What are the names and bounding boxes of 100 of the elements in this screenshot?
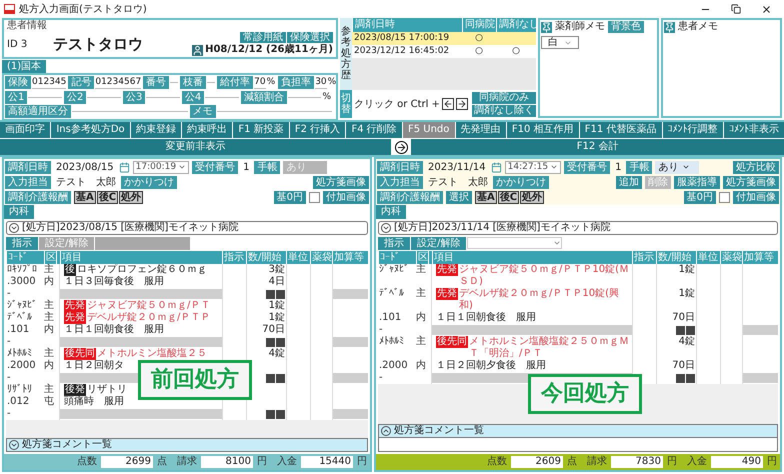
field-label: かかりつけ <box>121 176 177 188</box>
dropdown-icon[interactable] <box>682 163 690 171</box>
code-cell-text: ﾃﾞﾍﾞﾙ <box>6 312 33 324</box>
toolbar-button[interactable]: F1 新投薬 <box>233 122 289 138</box>
field-label: 番号 <box>143 76 170 90</box>
toolbar-button[interactable]: ｺﾒﾝﾄ非表示 <box>724 122 784 138</box>
time-field[interactable]: 17:00:19 <box>132 160 190 174</box>
field-label: 減額割合 <box>240 90 287 104</box>
field-label: 公4 <box>182 90 204 104</box>
drug-badge: 先発 <box>64 300 86 312</box>
panel-button[interactable]: 選択 <box>446 190 472 204</box>
quantity-cell-text: 4錠 <box>678 336 695 349</box>
panel-button[interactable]: 処方比較 <box>733 160 779 174</box>
toolbar-button[interactable]: Ins参考処方Do <box>51 122 130 138</box>
filter-button[interactable]: 調剤なし除く <box>472 104 536 116</box>
pin-icon[interactable] <box>541 22 552 32</box>
panel-button[interactable]: 基0円 <box>684 190 716 204</box>
insurance-field[interactable]: 70 <box>254 76 266 90</box>
close-icon[interactable] <box>761 4 772 14</box>
instruction-button[interactable]: 設定/解除 <box>411 236 466 250</box>
app-icon <box>4 4 15 14</box>
insurance-field[interactable]: 01234567 <box>95 76 142 90</box>
toolbar-button[interactable]: ｺﾒﾝﾄ行調整 <box>662 122 723 138</box>
instruction-button[interactable]: 指示 <box>6 236 38 250</box>
instruction-button[interactable]: 指示 <box>378 236 410 250</box>
pin-icon[interactable] <box>664 22 675 32</box>
field-label: かかりつけ <box>493 176 549 188</box>
comment-bar[interactable]: 処方箋コメント一覧 <box>378 424 778 438</box>
drug-badge: 後発 <box>64 384 86 396</box>
total-field: 2609 <box>511 456 563 468</box>
department-tab[interactable]: 内科 <box>376 205 406 219</box>
drug-name: リザトリ <box>87 384 127 396</box>
color-select[interactable]: 白 <box>541 36 579 49</box>
code-cell-text: .101 <box>6 324 30 336</box>
stamp-label: 今回処方 <box>528 374 642 414</box>
panel-button[interactable]: 追加 <box>616 176 642 188</box>
field-label: 受付番号 <box>192 160 238 174</box>
kubun-cell-text: 主 <box>44 348 55 360</box>
kubun-cell-text: 内 <box>44 360 55 372</box>
code-cell-text: ﾛｷｿﾌﾟﾛ <box>6 264 38 276</box>
section-label: 患者情報 <box>7 20 48 31</box>
insurance-field[interactable]: 012345 <box>32 76 66 90</box>
time-field[interactable]: 14:27:15 <box>504 160 562 174</box>
checkbox[interactable] <box>309 192 320 202</box>
next-icon[interactable] <box>392 139 410 155</box>
toolbar-button[interactable]: F11 代替医薬品 <box>580 122 662 138</box>
spinner-icon <box>178 163 186 171</box>
field-label: 受付番号 <box>564 160 610 174</box>
restore-icon[interactable] <box>731 4 741 14</box>
field-value: 1 <box>614 160 622 174</box>
notebook-select[interactable]: あり <box>655 160 700 174</box>
toolbar-button[interactable]: 約束登録 <box>130 122 182 138</box>
toolbar-button[interactable]: F12 会計 <box>411 139 784 155</box>
fee-code: 処外 <box>119 190 144 204</box>
unit-text: 点 <box>567 456 577 468</box>
quantity-cell: 70日 <box>262 324 285 336</box>
drug-badge: 後 <box>64 264 76 276</box>
surcharge-bar <box>333 409 368 419</box>
toolbar-button[interactable]: 先発理由 <box>456 122 506 138</box>
prescription-title: [処方日]2023/08/15 [医療機関]モイネット病院 <box>22 222 238 234</box>
panel-button[interactable]: 服薬指導 <box>674 176 720 188</box>
panel-button[interactable]: 付加画像 <box>733 190 779 204</box>
department-tab[interactable]: 内科 <box>4 205 34 219</box>
kubun-cell-text: 屯 <box>44 396 55 408</box>
insurance-tab[interactable]: (1)国本 <box>2 60 46 73</box>
date-cell-text: 2023/08/15 17:00:19 <box>353 32 450 45</box>
prescription-bar[interactable]: [処方日]2023/11/14 [医療機関]モイネット病院 <box>378 221 778 235</box>
prescription-bar[interactable]: [処方日]2023/08/15 [医療機関]モイネット病院 <box>6 221 368 235</box>
patient-button[interactable]: 保険選択 <box>287 32 333 43</box>
code-cell-text: ﾃﾞﾍﾞﾙ <box>378 288 405 301</box>
toolbar-button[interactable]: F10 相互作用 <box>506 122 579 138</box>
history-side-label: 参考処方歴 <box>340 18 352 90</box>
comment-bar[interactable]: 処方箋コメント一覧 <box>6 438 368 452</box>
toolbar-button[interactable]: F4 行削除 <box>346 122 402 138</box>
field-label: 調剤介護報酬 <box>377 190 443 204</box>
drug-name: ジャヌビア錠５０ｍｇ/ＰＴＰ10錠(ＭＳＤ) <box>459 264 630 288</box>
toolbar-button[interactable]: 画面印字 <box>0 122 50 138</box>
code-cell-text: - <box>6 408 12 420</box>
patient-button[interactable]: 常診用紙 <box>240 32 286 43</box>
filter-button[interactable]: 同病院のみ <box>472 92 536 104</box>
field-value: テスト 太郎 <box>55 176 117 188</box>
toolbar-button[interactable]: F2 行挿入 <box>290 122 346 138</box>
panel-button[interactable]: 処方箋画像 <box>313 176 369 188</box>
next-button[interactable] <box>456 98 468 110</box>
history-row[interactable]: 2023/12/12 16:45:02 ○ ○ <box>352 45 536 58</box>
field-label: 入力担当 <box>377 176 423 188</box>
history-row[interactable]: 2023/08/15 17:00:19 ○ <box>352 32 536 45</box>
calendar-icon[interactable] <box>490 162 502 172</box>
toolbar-button[interactable]: 約束呼出 <box>182 122 232 138</box>
panel-button[interactable]: 付加画像 <box>323 190 369 204</box>
unit-text: 円 <box>767 456 777 468</box>
kubun-cell-text: 内 <box>416 312 427 324</box>
panel-button[interactable]: 基0円 <box>274 190 306 204</box>
calendar-icon[interactable] <box>118 162 130 172</box>
previous-button[interactable] <box>442 98 454 110</box>
checkbox[interactable] <box>719 192 730 202</box>
toolbar-button[interactable]: 変更前非表示 <box>0 139 392 155</box>
drug-badge: 後先同 <box>436 336 468 348</box>
panel-button[interactable]: 処方箋画像 <box>723 176 779 188</box>
insurance-field[interactable]: 30 <box>315 76 327 90</box>
